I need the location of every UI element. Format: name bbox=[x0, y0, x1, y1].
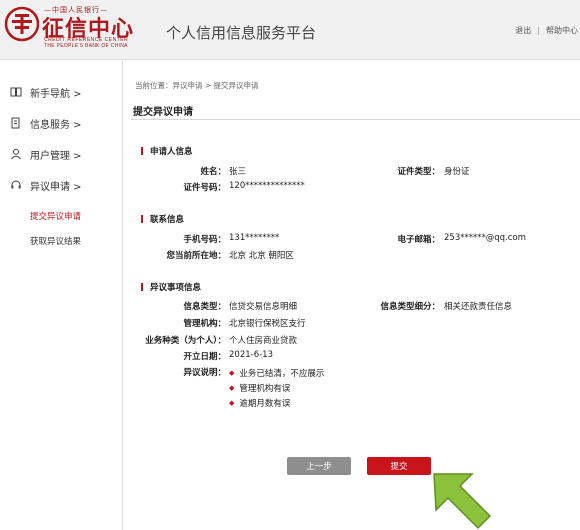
section-title: 申请人信息 bbox=[150, 147, 193, 157]
section-dispute: 异议事项信息 bbox=[141, 281, 201, 293]
open-date-value: 2021-6-13 bbox=[229, 350, 273, 360]
org-label: 管理机构： bbox=[183, 319, 226, 329]
phone-value: 131******** bbox=[229, 233, 280, 243]
previous-step-button[interactable]: 上一步 bbox=[287, 457, 351, 475]
sidebar-item-user-mgmt[interactable]: 用户管理 > bbox=[10, 145, 82, 163]
green-arrow-icon bbox=[433, 473, 492, 530]
name-value: 张三 bbox=[229, 167, 247, 177]
section-title: 联系信息 bbox=[150, 215, 185, 225]
id-type-label: 证件类型： bbox=[397, 167, 440, 177]
sidebar-subitem-dispute-result[interactable]: 获取异议结果 bbox=[30, 235, 81, 247]
header: —中国人民银行— 征信中心 CREDIT REFERENCE CENTER TH… bbox=[0, 0, 580, 60]
logo-en-line2: THE PEOPLE'S BANK OF CHINA bbox=[44, 43, 128, 49]
submit-button[interactable]: 提交 bbox=[367, 457, 431, 475]
open-date-label: 开立日期： bbox=[183, 352, 226, 362]
logout-link[interactable]: 退出 bbox=[515, 25, 531, 36]
location-value: 北京 北京 朝阳区 bbox=[229, 251, 294, 261]
book-icon bbox=[10, 87, 22, 97]
reason-item: ◆ 业务已结清，不应展示 bbox=[229, 367, 324, 379]
sidebar-item-label: 用户管理 > bbox=[30, 150, 82, 162]
id-number-value: 120************** bbox=[229, 181, 305, 191]
biz-type-value: 个人住房商业贷款 bbox=[229, 336, 298, 346]
reason-text: 逾期月数有误 bbox=[239, 399, 291, 409]
name-label: 姓名： bbox=[200, 167, 226, 177]
section-marker bbox=[141, 283, 143, 291]
org-value: 北京银行保税区支行 bbox=[229, 319, 306, 329]
id-type-value: 身份证 bbox=[444, 167, 470, 177]
sidebar: 新手导航 > 信息服务 > 用户管理 > 异议申请 > 提交异议申请 获取异议结… bbox=[0, 61, 120, 530]
user-icon bbox=[11, 148, 21, 160]
diamond-bullet-icon: ◆ bbox=[229, 369, 235, 377]
pboc-seal-logo bbox=[4, 6, 40, 42]
link-separator: | bbox=[537, 26, 540, 35]
sidebar-subitem-submit-dispute[interactable]: 提交异议申请 bbox=[30, 210, 81, 222]
reason-text: 业务已结清，不应展示 bbox=[239, 369, 325, 379]
info-subtype-label: 信息类型细分： bbox=[380, 302, 440, 312]
document-icon bbox=[11, 117, 20, 129]
diamond-bullet-icon: ◆ bbox=[229, 399, 235, 407]
email-value: 253******@qq.com bbox=[444, 233, 526, 243]
section-contact: 联系信息 bbox=[141, 213, 184, 225]
email-label: 电子邮箱： bbox=[397, 235, 440, 245]
sidebar-item-info-service[interactable]: 信息服务 > bbox=[10, 114, 82, 132]
info-subtype-value: 相关还款责任信息 bbox=[444, 302, 513, 312]
reason-item: ◆ 逾期月数有误 bbox=[229, 397, 290, 409]
top-links: 退出 | 帮助中心 bbox=[515, 25, 578, 36]
biz-type-label: 业务种类（为个人）： bbox=[145, 336, 226, 346]
section-title: 异议事项信息 bbox=[150, 283, 202, 293]
section-marker bbox=[141, 215, 143, 223]
help-link[interactable]: 帮助中心 bbox=[546, 25, 578, 36]
reason-text: 管理机构有误 bbox=[239, 384, 291, 394]
platform-title: 个人信用信息服务平台 bbox=[166, 24, 317, 42]
info-type-label: 信息类型： bbox=[183, 302, 226, 312]
id-number-label: 证件号码： bbox=[183, 183, 226, 193]
main-content: 当前位置：异议申请 > 提交异议申请 提交异议申请 申请人信息 姓名： 张三 证… bbox=[122, 61, 580, 530]
sidebar-item-guide[interactable]: 新手导航 > bbox=[10, 83, 82, 101]
headset-icon bbox=[11, 180, 21, 189]
section-marker bbox=[141, 147, 143, 155]
info-type-value: 信贷交易信息明细 bbox=[229, 302, 298, 312]
title-divider bbox=[131, 119, 580, 120]
phone-label: 手机号码： bbox=[183, 235, 226, 245]
reason-item: ◆ 管理机构有误 bbox=[229, 382, 290, 394]
location-label: 您当前所在地： bbox=[166, 251, 226, 261]
sidebar-item-label: 信息服务 > bbox=[30, 119, 82, 131]
description-label: 异议说明： bbox=[183, 368, 226, 378]
breadcrumb: 当前位置：异议申请 > 提交异议申请 bbox=[135, 81, 259, 90]
section-applicant: 申请人信息 bbox=[141, 145, 193, 157]
sidebar-item-label: 新手导航 > bbox=[30, 88, 82, 100]
sidebar-item-dispute[interactable]: 异议申请 > bbox=[10, 176, 82, 194]
page-title: 提交异议申请 bbox=[133, 107, 193, 118]
sidebar-item-label: 异议申请 > bbox=[30, 181, 82, 193]
diamond-bullet-icon: ◆ bbox=[229, 384, 235, 392]
